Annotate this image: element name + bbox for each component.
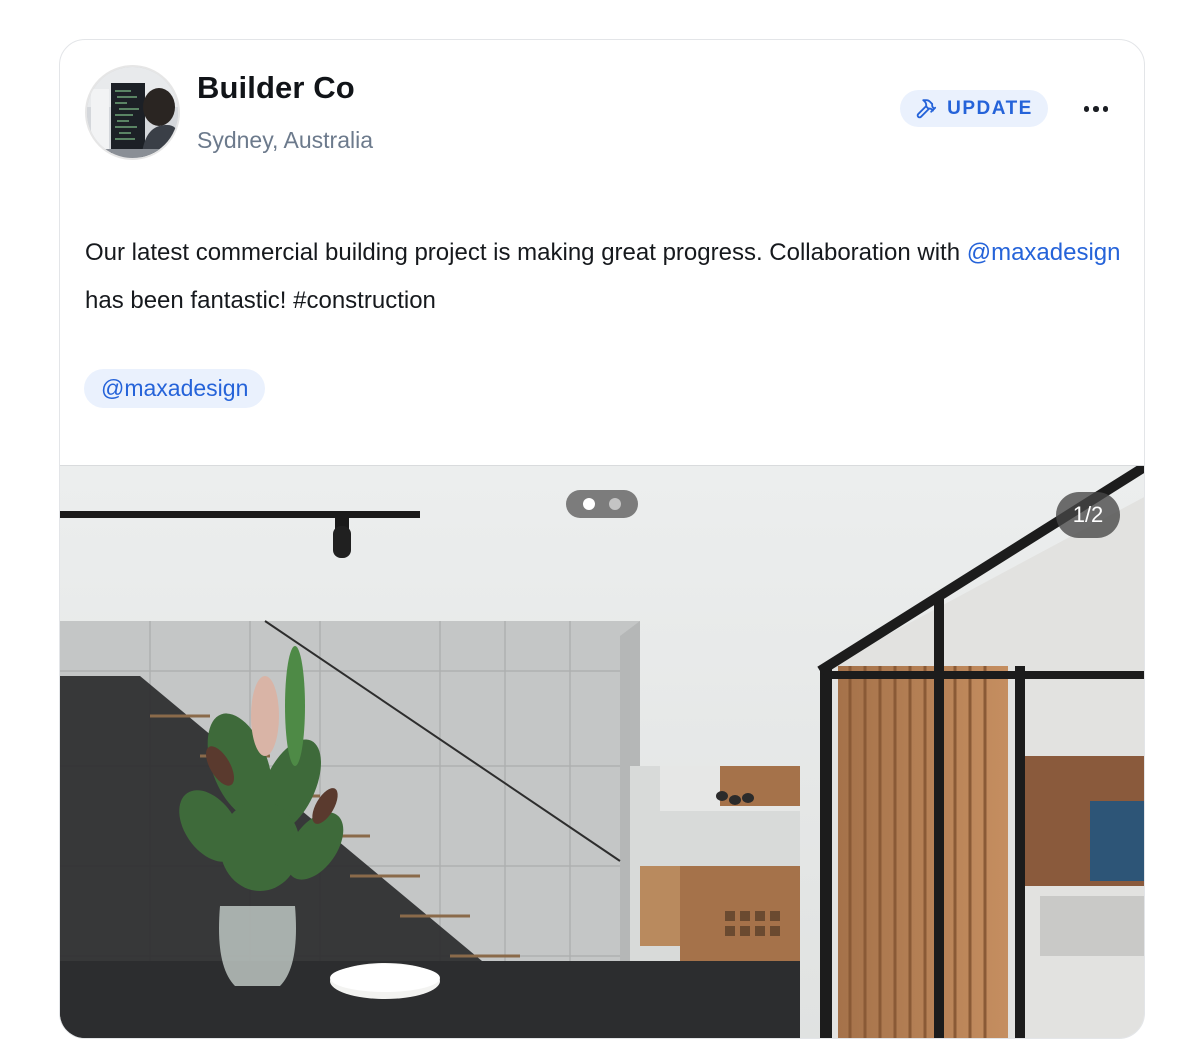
hammer-icon bbox=[916, 98, 937, 118]
author-avatar[interactable] bbox=[85, 65, 180, 160]
carousel-dot-2[interactable] bbox=[609, 498, 621, 510]
carousel-indicator bbox=[566, 490, 638, 518]
update-badge[interactable]: UPDATE bbox=[900, 90, 1048, 127]
more-options-button[interactable] bbox=[1076, 95, 1116, 123]
post-media-carousel[interactable]: 1/2 bbox=[60, 465, 1144, 1038]
tag-chip-maxadesign[interactable]: @maxadesign bbox=[84, 369, 266, 408]
carousel-dot-1[interactable] bbox=[583, 498, 595, 510]
mention-link[interactable]: @maxadesign bbox=[967, 239, 1121, 266]
avatar-image bbox=[87, 67, 178, 158]
more-horizontal-icon bbox=[1083, 106, 1090, 112]
update-badge-label: UPDATE bbox=[947, 97, 1033, 119]
post-text-before: Our latest commercial building project i… bbox=[85, 239, 967, 266]
author-location: Sydney, Australia bbox=[197, 127, 374, 153]
author-name[interactable]: Builder Co bbox=[197, 70, 355, 106]
post-card: Builder Co Sydney, Australia UPDATE Our … bbox=[59, 39, 1145, 1039]
interior-photo bbox=[60, 466, 1144, 1038]
post-text-after: has been fantastic! #construction bbox=[85, 287, 436, 314]
image-counter: 1/2 bbox=[1056, 492, 1120, 538]
post-text: Our latest commercial building project i… bbox=[85, 229, 1125, 325]
